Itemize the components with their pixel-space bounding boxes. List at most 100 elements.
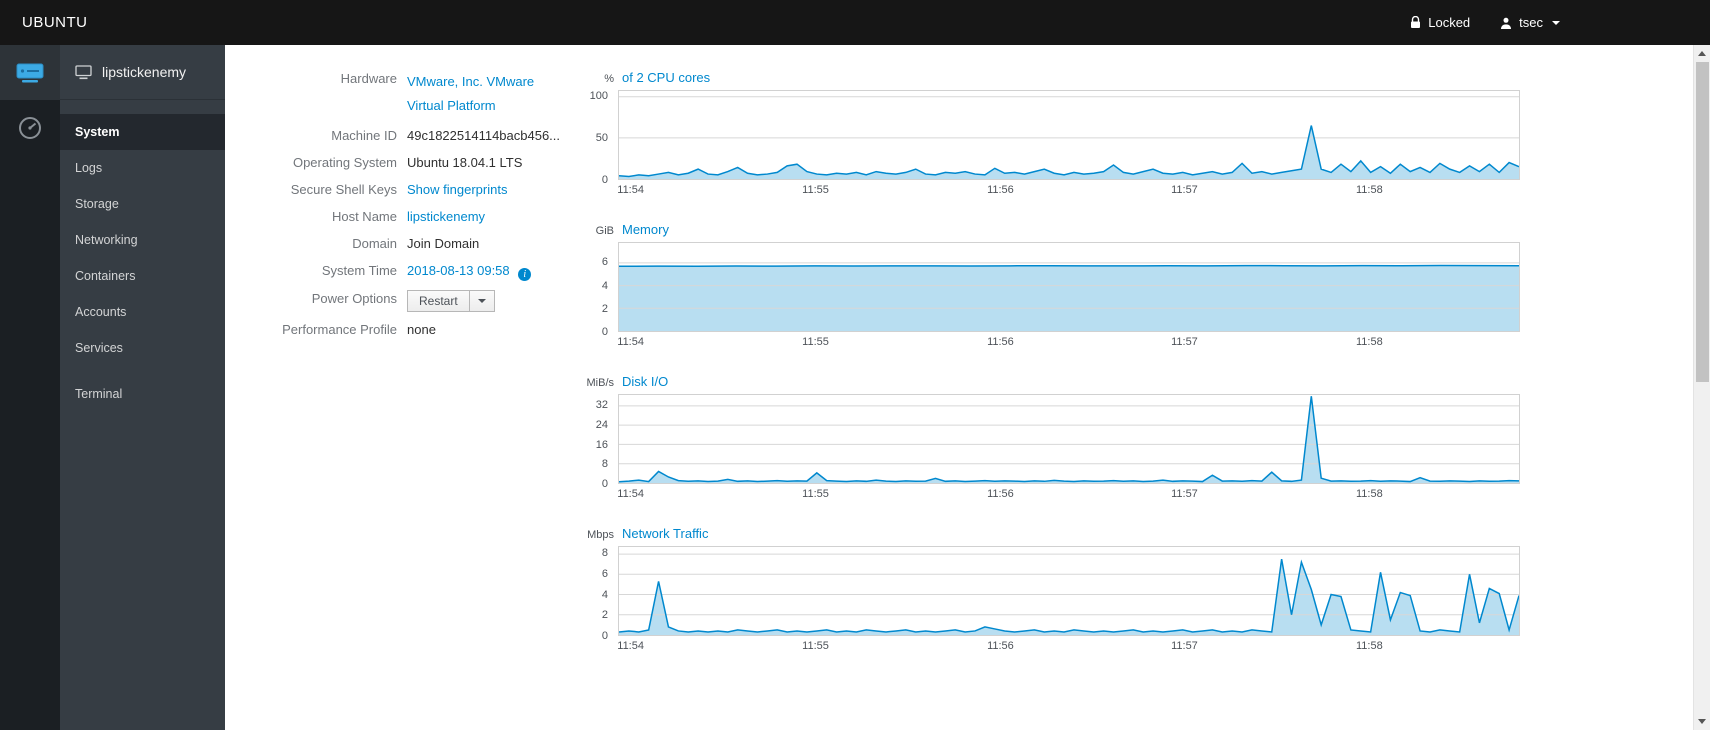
x-tick-label: 11:54 [617,336,644,348]
locked-indicator[interactable]: Locked [1410,15,1470,30]
x-tick-label: 11:54 [617,488,644,500]
user-menu[interactable]: tsec [1500,15,1560,30]
y-tick-label: 100 [589,89,608,102]
network-chart-body: 0 2 4 6 8 [570,546,1520,642]
network-y-axis-labels: 0 2 4 6 8 [570,546,614,642]
host-name-link[interactable]: lipstickenemy [407,208,485,226]
disk-x-axis-labels: 11:54 11:55 11:56 11:57 11:58 [617,484,1520,502]
x-tick-label: 11:56 [987,336,1014,348]
sidebar-item-logs[interactable]: Logs [60,150,225,186]
app-icon-strip [0,45,60,730]
detail-row-performance-profile: Performance Profile none [225,321,570,339]
x-tick-label: 11:54 [617,184,644,196]
host-name-field-label: Host Name [331,209,397,224]
hardware-link[interactable]: VMware, Inc. VMware Virtual Platform [407,70,539,118]
y-tick-label: 0 [601,478,608,490]
cpu-chart-body: 0 50 100 [570,89,1520,186]
machine-id-label: Machine ID [331,128,397,143]
power-options-split-button: Restart [407,290,495,312]
host-name-label: lipstickenemy [102,64,187,80]
sidebar-item-storage[interactable]: Storage [60,186,225,222]
memory-chart-unit-label: GiB [595,225,614,237]
x-tick-label: 11:58 [1356,336,1383,348]
secure-shell-keys-label: Secure Shell Keys [290,182,397,197]
detail-row-operating-system: Operating System Ubuntu 18.04.1 LTS [225,154,570,172]
chart-svg [619,547,1519,635]
y-tick-label: 6 [601,567,608,580]
topbar-right-group: Locked tsec [1410,15,1710,30]
power-options-label: Power Options [311,291,397,306]
x-tick-label: 11:56 [987,184,1014,196]
lock-icon [1411,16,1421,28]
hardware-label: Hardware [340,71,397,86]
top-navigation-bar: UBUNTU Locked tsec [0,0,1710,45]
system-time-link[interactable]: 2018-08-13 09:58 [407,263,510,278]
memory-x-axis-labels: 11:54 11:55 11:56 11:57 11:58 [617,332,1520,350]
y-tick-label: 0 [601,630,608,642]
server-icon [16,63,44,82]
memory-chart-body: 0 2 4 6 [570,242,1520,338]
performance-profile-label: Performance Profile [282,322,397,337]
detail-row-machine-id: Machine ID 49c1822514114bacb456... [225,127,570,145]
system-time-value-group: 2018-08-13 09:58 i [407,262,532,281]
sidebar-item-terminal[interactable]: Terminal [60,376,225,412]
network-chart-plot-area [618,546,1520,636]
sidebar-item-containers[interactable]: Containers [60,258,225,294]
dashboard-tab[interactable] [0,100,60,155]
system-time-label: System Time [321,263,397,278]
x-tick-label: 11:55 [802,640,829,652]
cpu-chart-header: % of 2 CPU cores [570,70,1520,85]
scrollbar-up-arrow[interactable] [1694,45,1710,62]
sidebar-item-system[interactable]: System [60,114,225,150]
y-tick-label: 6 [601,256,608,269]
cpu-x-axis-labels: 11:54 11:55 11:56 11:57 11:58 [617,180,1520,198]
x-tick-label: 11:56 [987,488,1014,500]
cpu-chart-title-link[interactable]: of 2 CPU cores [622,70,710,85]
power-options-dropdown-button[interactable] [469,290,495,312]
sidebar-item-services[interactable]: Services [60,330,225,366]
domain-label: Domain [352,236,397,251]
scrollbar-down-arrow[interactable] [1694,713,1710,730]
brand-logo: UBUNTU [22,14,88,31]
operating-system-value: Ubuntu 18.04.1 LTS [407,155,523,170]
memory-y-axis-labels: 0 2 4 6 [570,242,614,338]
y-tick-label: 4 [601,279,608,292]
disk-chart-plot-area [618,394,1520,484]
chart-svg [619,243,1519,331]
system-page: Hardware VMware, Inc. VMware Virtual Pla… [225,45,1710,730]
network-traffic-chart: Mbps Network Traffic 02468 11:54 11:55 11:… [570,526,1520,654]
app-frame: lipstickenemy System Logs Storage Networ… [0,45,1710,730]
sidebar-item-networking[interactable]: Networking [60,222,225,258]
user-icon [1501,17,1512,29]
sidebar-item-accounts[interactable]: Accounts [60,294,225,330]
y-tick-label: 0 [601,326,608,338]
disk-chart-title-link[interactable]: Disk I/O [622,374,668,389]
sidebar: lipstickenemy System Logs Storage Networ… [60,45,225,730]
memory-chart-title-link[interactable]: Memory [622,222,669,237]
x-tick-label: 11:56 [987,640,1014,652]
y-tick-label: 8 [601,547,608,560]
x-tick-label: 11:57 [1171,488,1198,500]
disk-chart-header: MiB/s Disk I/O [570,374,1520,389]
gauge-icon [19,116,41,139]
network-chart-title-link[interactable]: Network Traffic [622,526,708,541]
show-fingerprints-link[interactable]: Show fingerprints [407,181,507,199]
x-tick-label: 11:55 [802,488,829,500]
host-selector[interactable]: lipstickenemy [60,45,225,100]
x-tick-label: 11:55 [802,184,829,196]
vertical-scrollbar[interactable] [1693,45,1710,730]
x-tick-label: 11:58 [1356,488,1383,500]
scrollbar-thumb[interactable] [1696,62,1709,382]
restart-button[interactable]: Restart [407,290,470,312]
network-chart-unit-label: Mbps [587,529,614,541]
y-tick-label: 2 [601,302,608,315]
host-machine-tab[interactable] [0,45,60,100]
chart-svg [619,395,1519,483]
y-tick-label: 16 [595,438,608,451]
chevron-down-icon [1552,20,1560,25]
info-icon[interactable]: i [518,268,532,281]
cpu-chart-plot-area [618,90,1520,180]
join-domain-link[interactable]: Join Domain [407,235,479,253]
operating-system-label: Operating System [292,155,397,170]
y-tick-label: 24 [595,418,608,431]
